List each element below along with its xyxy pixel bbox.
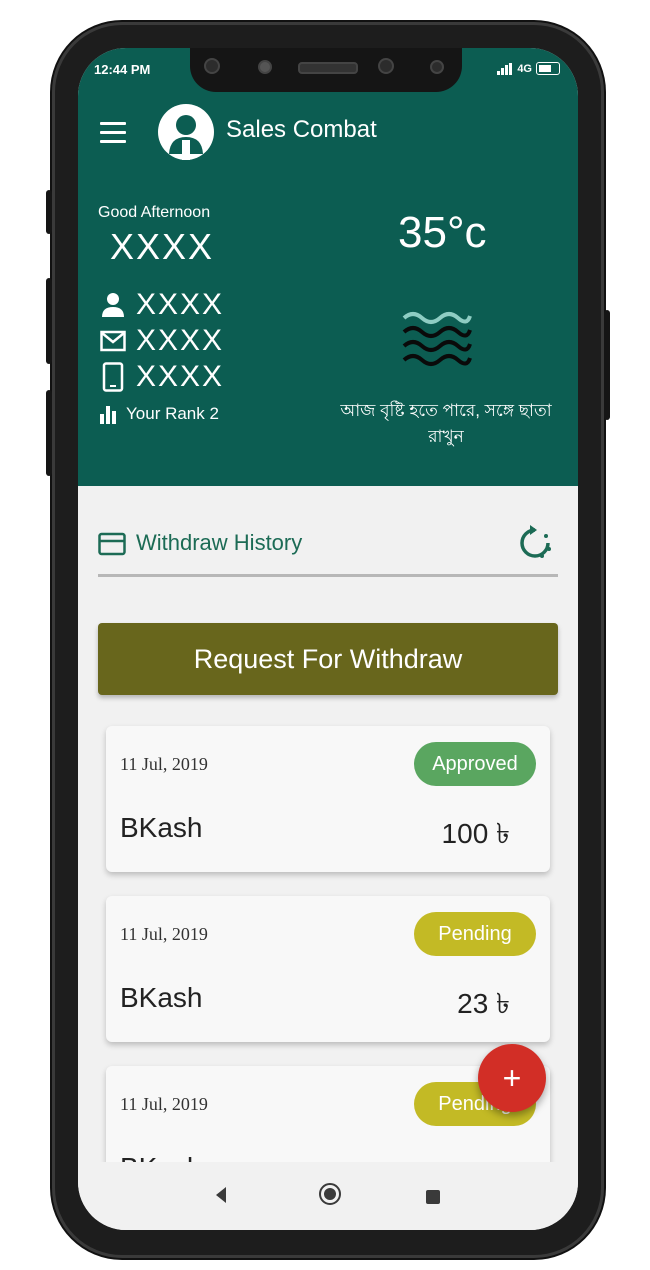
phone-value: XXXX (136, 360, 225, 393)
person-icon (102, 293, 124, 317)
email-value: XXXX (136, 324, 225, 357)
app-title: Sales Combat (226, 116, 377, 143)
refresh-icon[interactable] (516, 524, 554, 564)
avatar-icon[interactable] (158, 104, 214, 160)
status-time: 12:44 PM (94, 62, 151, 77)
status-badge: Pending (414, 912, 536, 956)
camera-notch (190, 48, 462, 92)
transaction-card[interactable]: 11 Jul, 2019 Approved BKash 100 ৳ (106, 726, 550, 872)
user-name: XXXX (110, 226, 215, 267)
add-fab-button[interactable]: + (478, 1044, 546, 1112)
recent-apps-nav-icon[interactable] (426, 1190, 440, 1204)
mobile-phone-icon (102, 362, 124, 392)
status-badge: Approved (414, 742, 536, 786)
transaction-method: BKash (120, 982, 203, 1013)
volume-up-button (46, 278, 52, 364)
fog-wave-icon (402, 312, 472, 366)
volume-button (46, 190, 52, 234)
hamburger-menu-icon[interactable] (100, 122, 126, 144)
phone-row: XXXX (100, 360, 224, 394)
network-label: 4G (517, 62, 532, 75)
rank-row: Your Rank 2 (100, 404, 219, 424)
system-nav-bar (78, 1162, 578, 1230)
greeting-text: Good Afternoon (98, 204, 211, 221)
email-row: XXXX (100, 324, 224, 358)
app-header: 12:44 PM 4G Sales Combat Good Afternoon … (78, 48, 578, 486)
transaction-card[interactable]: 11 Jul, 2019 Pending BKash 23 ৳ (106, 896, 550, 1042)
transaction-amount: 23 ৳ (457, 988, 510, 1019)
withdraw-history-header: Withdraw History (98, 518, 558, 577)
user-id-row: XXXX (100, 288, 224, 322)
phone-screen: 12:44 PM 4G Sales Combat Good Afternoon … (78, 48, 578, 1230)
back-nav-icon[interactable] (214, 1186, 228, 1204)
rank-text: Your Rank 2 (126, 404, 219, 423)
transaction-method: BKash (120, 812, 203, 843)
request-withdraw-button[interactable]: Request For Withdraw (98, 623, 558, 695)
card-icon (98, 532, 126, 556)
section-title: Withdraw History (136, 530, 303, 555)
weather-message: আজ বৃষ্টি হতে পারে, সঙ্গে ছাতা রাখুন (340, 401, 552, 446)
battery-icon (536, 62, 560, 75)
temperature: 35°c (398, 208, 487, 257)
home-nav-icon[interactable] (318, 1182, 342, 1206)
power-button (604, 310, 610, 420)
user-id-value: XXXX (136, 288, 225, 321)
signal-icon (497, 62, 513, 75)
mail-icon (100, 330, 126, 352)
transaction-date: 11 Jul, 2019 (120, 924, 208, 944)
transaction-date: 11 Jul, 2019 (120, 1094, 208, 1114)
bar-chart-icon (100, 406, 116, 424)
volume-down-button (46, 390, 52, 476)
status-icons: 4G (497, 62, 560, 75)
transaction-amount: 100 ৳ (441, 818, 510, 849)
transaction-date: 11 Jul, 2019 (120, 754, 208, 774)
